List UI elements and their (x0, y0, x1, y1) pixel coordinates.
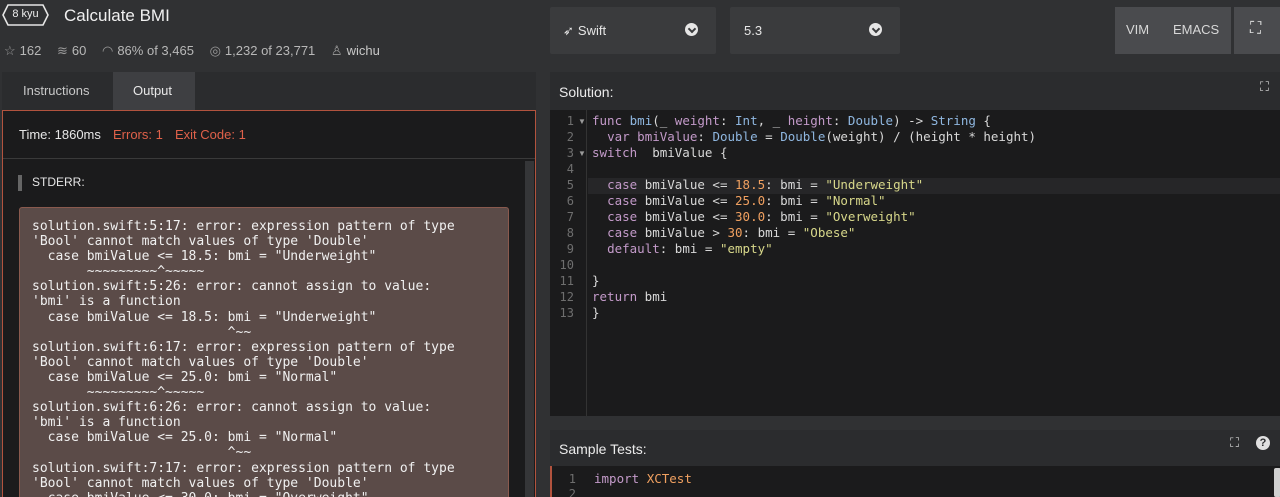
author-name: wichu (346, 43, 380, 58)
line-number: 4 (566, 162, 574, 176)
line-number: 5 (566, 178, 574, 192)
version-value: 5.3 (744, 23, 763, 38)
code-line: case bmiValue <= 25.0: bmi = "Normal" (607, 193, 886, 208)
rank-label: 8 kyu (12, 8, 39, 20)
eye-icon: ◠ (101, 43, 114, 58)
fold-arrow-icon[interactable]: ▼ (578, 117, 586, 126)
code-line: var bmiValue: Double = Double(weight) / … (607, 129, 1037, 144)
panel-divider[interactable] (550, 416, 1280, 426)
satisfaction-value: 86% of 3,465 (117, 43, 194, 58)
panel-tabs: Instructions Output (2, 72, 536, 110)
line-number: 2 (568, 487, 576, 497)
language-select[interactable]: ➶ Swift (550, 7, 716, 54)
output-pane: Time: 1860ms Errors: 1 Exit Code: 1 STDE… (2, 110, 536, 497)
output-scrollbar[interactable] (525, 161, 534, 497)
chevron-down-icon (869, 23, 882, 36)
line-number: 3 (566, 146, 574, 160)
stars-stat[interactable]: ☆ 162 (4, 43, 41, 59)
vim-mode-button[interactable]: VIM (1126, 22, 1149, 37)
code-line: switch bmiValue { (592, 145, 728, 160)
fullscreen-button[interactable]: ⛶ (1234, 7, 1280, 54)
stderr-output: solution.swift:5:17: error: expression p… (19, 207, 509, 497)
line-gutter: 1 ▼ 2 3 ▼ 4 5 6 7 8 9 10 11 12 13 (550, 110, 587, 416)
solution-title: Solution: (559, 84, 614, 100)
sample-tests-header: Sample Tests: ⛶ ? (550, 430, 1280, 466)
line-number: 9 (566, 242, 574, 256)
expand-icon: ⛶ (1250, 20, 1262, 37)
language-value: ➶ Swift (563, 23, 607, 38)
satisfaction-stat: ◠ 86% of 3,465 (102, 43, 194, 59)
rank-badge: 8 kyu (2, 4, 49, 26)
help-icon[interactable]: ? (1256, 436, 1270, 450)
tab-output[interactable]: Output (113, 72, 195, 110)
error-count: Errors: 1 (113, 127, 163, 142)
solution-header: Solution: ⛶ (550, 72, 1280, 110)
run-summary: Time: 1860ms Errors: 1 Exit Code: 1 (3, 111, 535, 159)
stderr-text: solution.swift:5:17: error: expression p… (32, 219, 455, 497)
exit-code: Exit Code: 1 (175, 127, 246, 142)
stars-count: 162 (19, 43, 42, 58)
kata-title[interactable]: Calculate BMI (64, 6, 170, 26)
code-line: case bmiValue <= 30.0: bmi = "Overweight… (607, 209, 916, 224)
line-number: 1 (566, 114, 574, 128)
line-number: 7 (566, 210, 574, 224)
star-icon: ☆ (4, 43, 16, 58)
code-line: func bmi(_ weight: Int, _ height: Double… (592, 113, 991, 128)
tests-fullscreen-icon[interactable]: ⛶ (1230, 435, 1239, 451)
sample-tests-editor[interactable]: 1 2 import XCTest (550, 466, 1280, 497)
editor-mode-group: VIM EMACS (1115, 7, 1231, 54)
stderr-label: STDERR: (18, 175, 85, 191)
line-number: 13 (559, 306, 574, 320)
line-number: 2 (566, 130, 574, 144)
line-number: 8 (566, 226, 574, 240)
tab-instructions[interactable]: Instructions (2, 72, 112, 110)
emacs-mode-button[interactable]: EMACS (1173, 22, 1219, 37)
swift-bird-icon: ➶ (563, 23, 574, 38)
fold-arrow-icon[interactable]: ▼ (578, 149, 586, 158)
completed-stat: ◎ 1,232 of 23,771 (210, 43, 316, 59)
collections-stat[interactable]: ≋ 60 (57, 43, 86, 59)
collections-count: 60 (71, 43, 87, 58)
user-icon: ♙ (330, 43, 343, 58)
line-number: 12 (559, 290, 574, 304)
left-panel: Instructions Output Time: 1860ms Errors:… (2, 72, 536, 497)
kata-stats: ☆ 162 ≋ 60 ◠ 86% of 3,465 ◎ 1,232 of 23,771 … (4, 43, 392, 59)
version-select[interactable]: 5.3 (730, 7, 900, 54)
line-number: 10 (559, 258, 574, 272)
stack-icon: ≋ (56, 43, 68, 58)
line-number: 11 (559, 274, 574, 288)
code-line: } (592, 305, 600, 320)
completed-value: 1,232 of 23,771 (224, 43, 316, 58)
code-line: case bmiValue > 30: bmi = "Obese" (607, 225, 856, 240)
sample-tests-title: Sample Tests: (559, 441, 647, 457)
solution-fullscreen-icon[interactable]: ⛶ (1260, 79, 1269, 95)
tests-scrollbar[interactable] (1274, 468, 1280, 497)
code-line: } (592, 273, 600, 288)
kata-header: 8 kyu Calculate BMI ☆ 162 ≋ 60 ◠ 86% of 3,4… (0, 0, 548, 72)
solution-editor[interactable]: 1 ▼ 2 3 ▼ 4 5 6 7 8 9 10 11 12 13 func b… (550, 110, 1280, 416)
author-stat[interactable]: ♙ wichu (331, 43, 380, 59)
code-line: return bmi (592, 289, 668, 304)
run-time: Time: 1860ms (19, 127, 101, 142)
line-number: 1 (568, 472, 576, 486)
code-line: default: bmi = "empty" (607, 241, 773, 256)
line-number: 6 (566, 194, 574, 208)
chevron-down-icon (685, 23, 698, 36)
code-line: case bmiValue <= 18.5: bmi = "Underweigh… (607, 177, 924, 192)
target-icon: ◎ (209, 43, 221, 58)
code-line: import XCTest (594, 471, 692, 486)
